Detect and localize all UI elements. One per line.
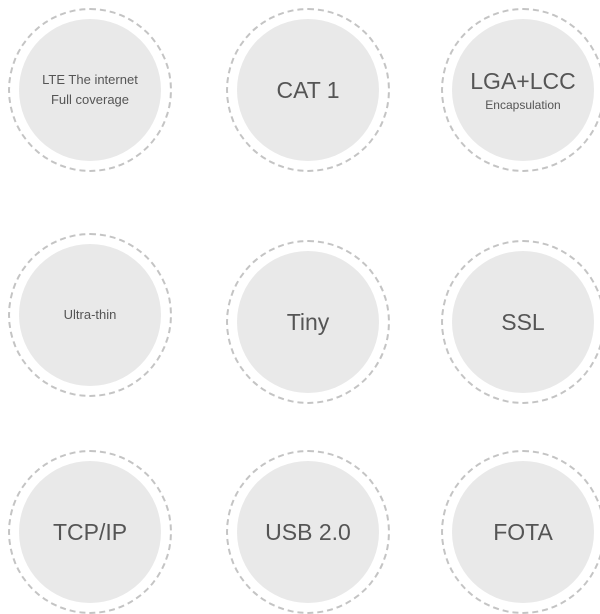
badge-fota: FOTA	[441, 450, 600, 614]
badge-tcp-ip-circle: TCP/IP	[19, 461, 161, 603]
badge-lga-lcc: LGA+LCC Encapsulation	[441, 8, 600, 172]
badge-usb: USB 2.0	[226, 450, 390, 614]
badge-ssl: SSL	[441, 240, 600, 404]
badge-usb-label: USB 2.0	[265, 519, 351, 545]
badge-ultra-thin: Ultra-thin	[8, 233, 172, 397]
badge-lte-coverage: LTE The internet Full coverage	[8, 8, 172, 172]
badge-tcp-ip-label: TCP/IP	[52, 519, 128, 545]
badge-fota-circle: FOTA	[452, 461, 594, 603]
badge-usb-circle: USB 2.0	[237, 461, 379, 603]
badge-lte-line1: LTE The internet	[42, 72, 138, 87]
badge-lte-coverage-circle: LTE The internet Full coverage	[19, 19, 161, 161]
badge-cat1-circle: CAT 1	[237, 19, 379, 161]
feature-badge-grid: LTE The internet Full coverage CAT 1 LGA…	[0, 0, 600, 614]
badge-ssl-circle: SSL	[452, 251, 594, 393]
badge-tcp-ip: TCP/IP	[8, 450, 172, 614]
badge-lga-lcc-label: LGA+LCC	[470, 68, 576, 94]
badge-ultra-thin-label: Ultra-thin	[63, 307, 117, 322]
badge-ultra-thin-circle: Ultra-thin	[19, 244, 161, 386]
badge-tiny-label: Tiny	[286, 309, 330, 335]
badge-cat1-label: CAT 1	[276, 77, 340, 103]
badge-fota-label: FOTA	[493, 519, 553, 545]
badge-ssl-label: SSL	[501, 309, 545, 335]
badge-lga-lcc-circle: LGA+LCC Encapsulation	[452, 19, 594, 161]
badge-cat1: CAT 1	[226, 8, 390, 172]
badge-lga-lcc-sub: Encapsulation	[485, 98, 561, 112]
badge-tiny-circle: Tiny	[237, 251, 379, 393]
badge-lte-line2: Full coverage	[50, 92, 130, 107]
badge-tiny: Tiny	[226, 240, 390, 404]
